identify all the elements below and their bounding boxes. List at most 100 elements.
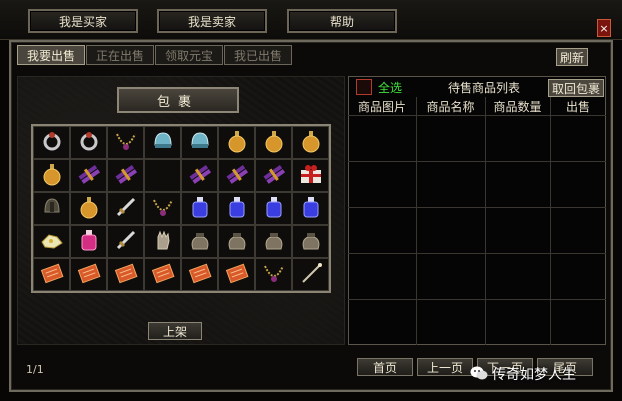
first-page-button[interactable]: 首页 bbox=[357, 358, 413, 376]
row-divider bbox=[348, 299, 606, 300]
seller-button[interactable]: 我是卖家 bbox=[157, 9, 267, 33]
inventory-slot[interactable] bbox=[181, 192, 218, 225]
inventory-slot[interactable] bbox=[70, 225, 107, 258]
inventory-slot[interactable] bbox=[218, 225, 255, 258]
helmet-dark-icon bbox=[39, 194, 65, 223]
glove-icon bbox=[150, 227, 176, 256]
inventory-slot[interactable] bbox=[107, 258, 144, 291]
row-divider bbox=[348, 115, 606, 116]
tab-sell-item[interactable]: 我要出售 bbox=[17, 45, 85, 65]
scroll-bundle-icon bbox=[113, 161, 139, 190]
wechat-icon bbox=[470, 366, 488, 380]
inventory-slot[interactable] bbox=[144, 159, 181, 192]
pouch-icon bbox=[187, 227, 213, 256]
bag-title: 包裹 bbox=[117, 87, 239, 113]
book-icon bbox=[224, 260, 250, 289]
inventory-slot[interactable] bbox=[70, 192, 107, 225]
book-icon bbox=[187, 260, 213, 289]
inventory-slot[interactable] bbox=[33, 192, 70, 225]
inventory-slot[interactable] bbox=[144, 258, 181, 291]
close-icon: × bbox=[599, 21, 609, 35]
inventory-slot[interactable] bbox=[107, 159, 144, 192]
helmet-icon bbox=[150, 128, 176, 157]
retrieve-button[interactable]: 取回包裹 bbox=[548, 79, 604, 97]
inventory-slot[interactable] bbox=[181, 225, 218, 258]
inventory-slot[interactable] bbox=[218, 126, 255, 159]
potion-gold-icon bbox=[298, 128, 324, 157]
pouch-icon bbox=[224, 227, 250, 256]
wand-icon bbox=[298, 260, 324, 289]
potion-blue-icon bbox=[261, 194, 287, 223]
inventory-slot[interactable] bbox=[181, 159, 218, 192]
tab-sold[interactable]: 我已出售 bbox=[224, 45, 292, 65]
inventory-slot[interactable] bbox=[144, 225, 181, 258]
inventory-slot[interactable] bbox=[70, 159, 107, 192]
potion-blue-icon bbox=[298, 194, 324, 223]
inventory-slot[interactable] bbox=[107, 126, 144, 159]
sword-icon bbox=[113, 194, 139, 223]
potion-gold-icon bbox=[224, 128, 250, 157]
scroll-bundle-icon bbox=[187, 161, 213, 190]
close-button[interactable]: × bbox=[597, 19, 611, 37]
inventory-slot[interactable] bbox=[255, 192, 292, 225]
inventory-slot[interactable] bbox=[70, 258, 107, 291]
inventory-slot[interactable] bbox=[181, 258, 218, 291]
inventory-slot[interactable] bbox=[255, 159, 292, 192]
inventory-slot[interactable] bbox=[218, 258, 255, 291]
help-button[interactable]: 帮助 bbox=[287, 9, 397, 33]
book-icon bbox=[113, 260, 139, 289]
inventory-slot[interactable] bbox=[292, 258, 329, 291]
inventory-slot[interactable] bbox=[292, 192, 329, 225]
scroll-bundle-icon bbox=[76, 161, 102, 190]
row-divider bbox=[348, 207, 606, 208]
inventory-slot[interactable] bbox=[33, 126, 70, 159]
list-title: 待售商品列表 bbox=[448, 80, 521, 95]
refresh-button[interactable]: 刷新 bbox=[556, 48, 588, 66]
inventory-slot[interactable] bbox=[292, 225, 329, 258]
ring-icon bbox=[76, 128, 102, 157]
gift-box-icon bbox=[298, 161, 324, 190]
inventory-slot[interactable] bbox=[144, 192, 181, 225]
shelve-button[interactable]: 上架 bbox=[148, 322, 202, 340]
inventory-slot[interactable] bbox=[255, 258, 292, 291]
column-divider bbox=[550, 97, 551, 345]
column-header-name: 商品名称 bbox=[426, 99, 475, 114]
tab-on-sale[interactable]: 正在出售 bbox=[86, 45, 154, 65]
inventory-slot[interactable] bbox=[292, 126, 329, 159]
inventory-slot[interactable] bbox=[70, 126, 107, 159]
inventory-slot[interactable] bbox=[33, 225, 70, 258]
select-all-label[interactable]: 全选 bbox=[378, 79, 402, 95]
inventory-slot[interactable] bbox=[292, 159, 329, 192]
buyer-button[interactable]: 我是买家 bbox=[28, 9, 138, 33]
inventory-slot[interactable] bbox=[107, 192, 144, 225]
inventory-slot[interactable] bbox=[33, 258, 70, 291]
scroll-bundle-icon bbox=[224, 161, 250, 190]
potion-blue-icon bbox=[187, 194, 213, 223]
page-indicator: 1/1 bbox=[26, 363, 44, 376]
column-header-sell: 出售 bbox=[565, 99, 590, 114]
row-divider bbox=[348, 161, 606, 162]
inventory-slot[interactable] bbox=[144, 126, 181, 159]
select-all-checkbox[interactable] bbox=[356, 79, 372, 95]
book-icon bbox=[76, 260, 102, 289]
inventory-slot[interactable] bbox=[218, 192, 255, 225]
potion-gold-icon bbox=[39, 161, 65, 190]
inventory-slot[interactable] bbox=[33, 159, 70, 192]
necklace-icon bbox=[150, 194, 176, 223]
inventory-slot[interactable] bbox=[255, 225, 292, 258]
necklace-icon bbox=[113, 128, 139, 157]
pouch-icon bbox=[261, 227, 287, 256]
prev-page-button[interactable]: 上一页 bbox=[417, 358, 473, 376]
inventory-slot[interactable] bbox=[181, 126, 218, 159]
sale-list-table: 商品图片 商品名称 商品数量 出售 bbox=[348, 97, 606, 345]
necklace-icon bbox=[261, 260, 287, 289]
potion-blue-icon bbox=[224, 194, 250, 223]
inventory-slot[interactable] bbox=[218, 159, 255, 192]
potion-gold-icon bbox=[261, 128, 287, 157]
ore-icon bbox=[39, 227, 65, 256]
tab-claim-gold[interactable]: 领取元宝 bbox=[155, 45, 223, 65]
inventory-grid bbox=[31, 124, 331, 293]
column-header-quantity: 商品数量 bbox=[493, 99, 542, 114]
inventory-slot[interactable] bbox=[255, 126, 292, 159]
inventory-slot[interactable] bbox=[107, 225, 144, 258]
